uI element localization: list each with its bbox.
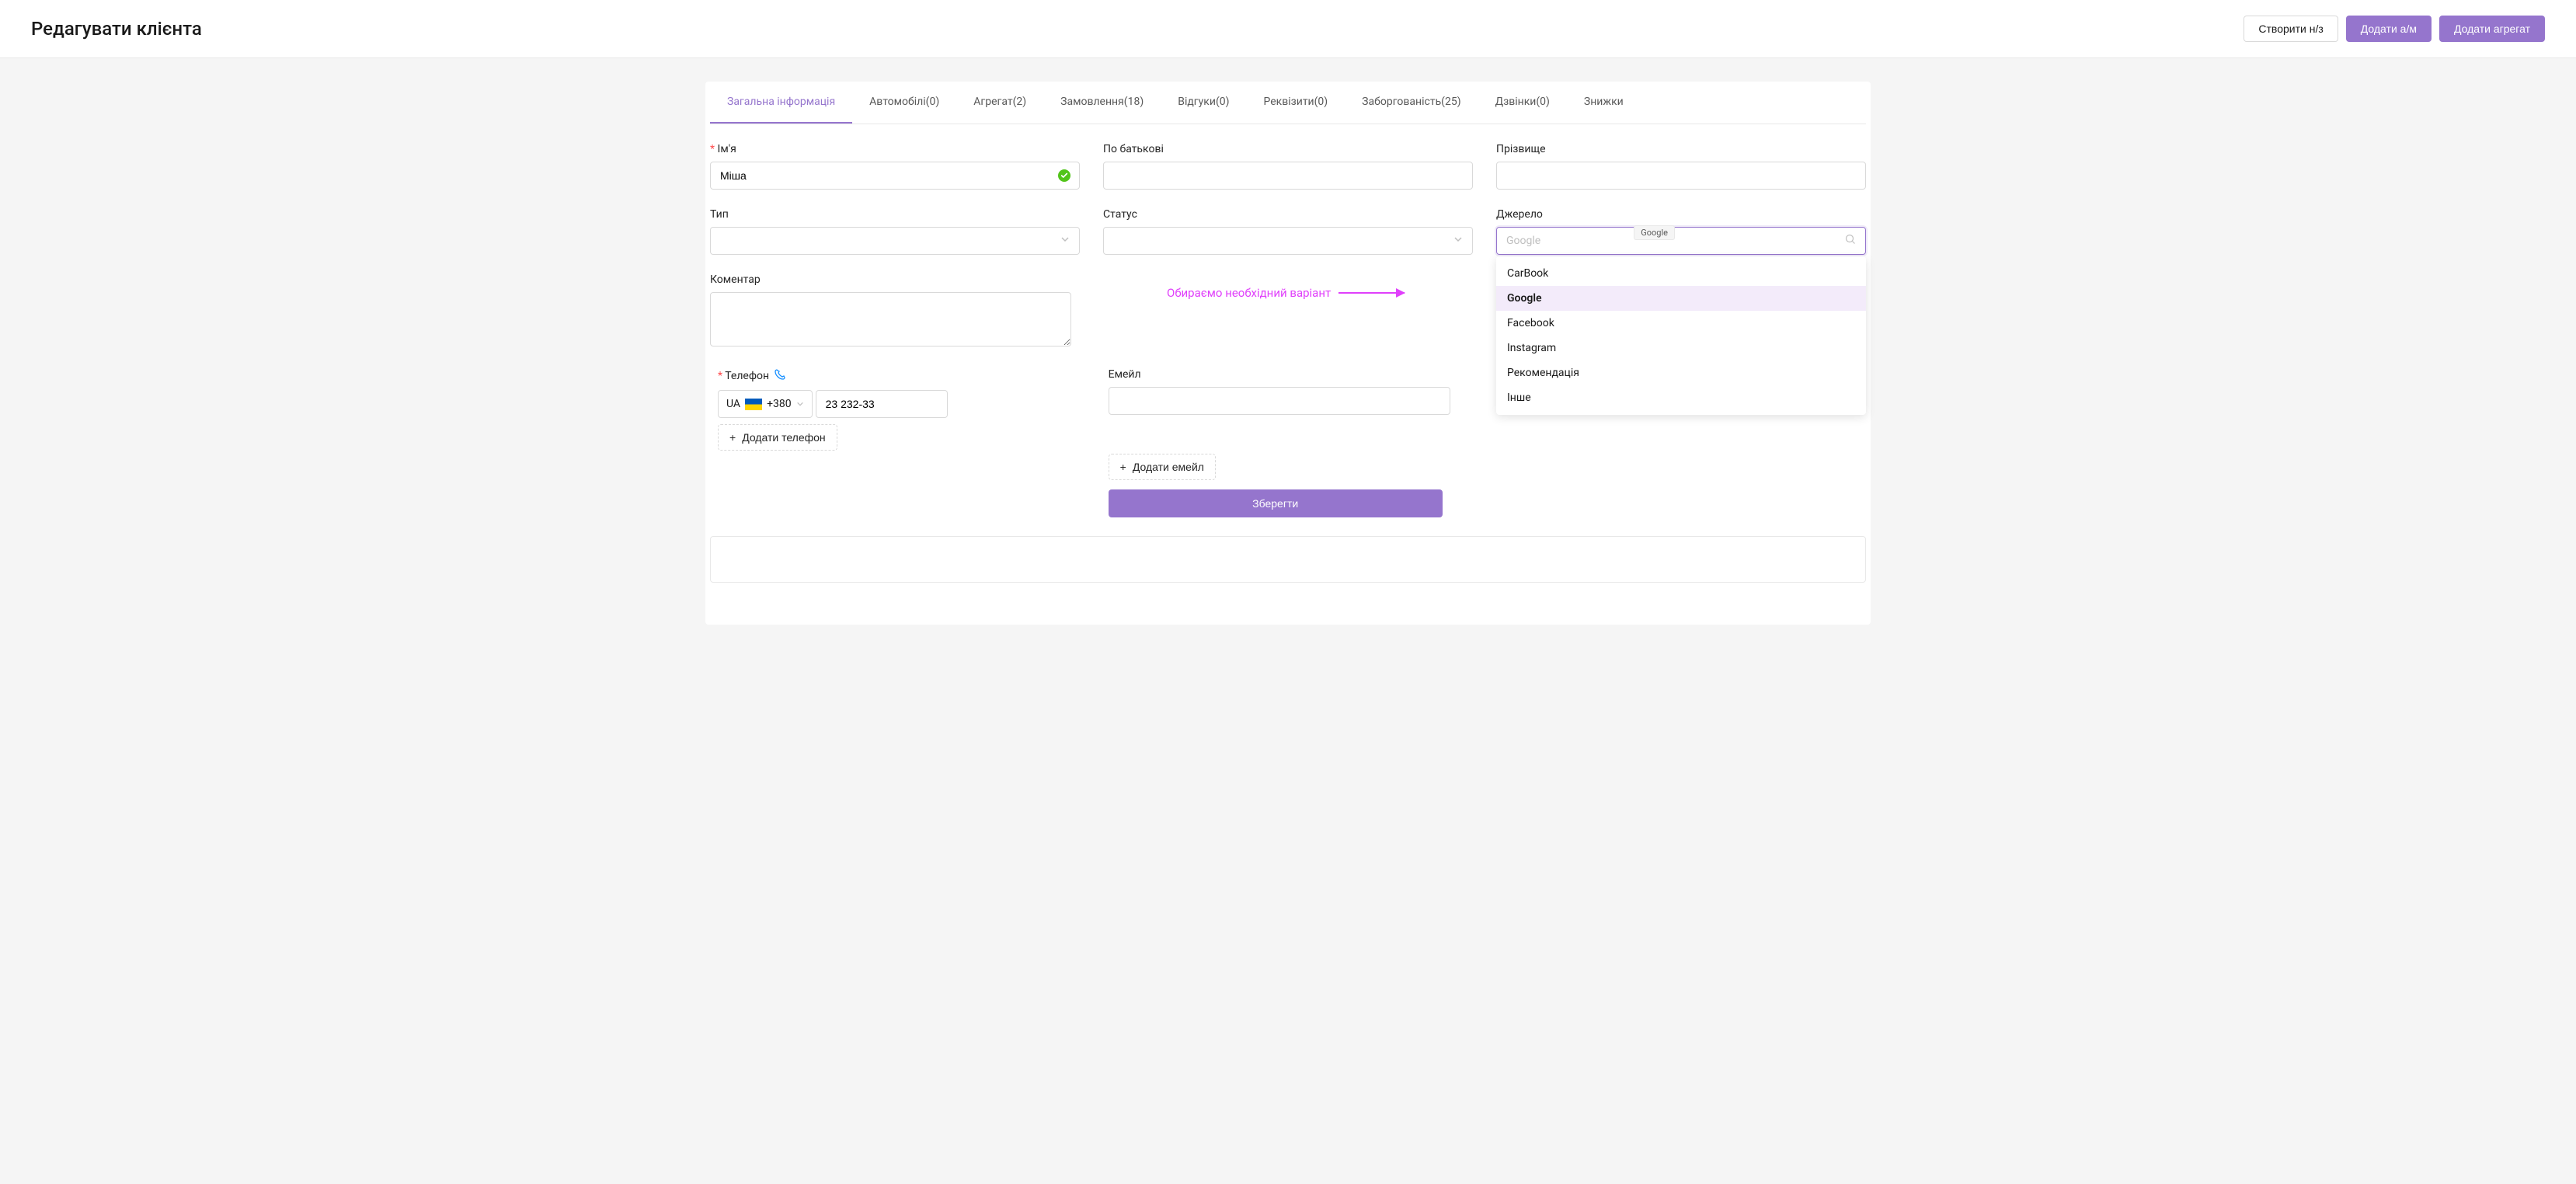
tab-general[interactable]: Загальна інформація	[710, 82, 852, 124]
comment-label: Коментар	[710, 273, 1071, 286]
source-option-other[interactable]: Інше	[1496, 385, 1866, 410]
save-button[interactable]: Зберегти	[1109, 489, 1443, 517]
phone-input[interactable]	[816, 390, 948, 418]
type-label: Тип	[710, 208, 1080, 221]
middle-name-label: По батькові	[1103, 143, 1473, 155]
add-email-label: Додати емейл	[1133, 461, 1204, 473]
add-aggregate-button[interactable]: Додати агрегат	[2439, 16, 2545, 42]
plus-icon: +	[729, 431, 736, 444]
source-option-recommendation[interactable]: Рекомендація	[1496, 360, 1866, 385]
source-option-facebook[interactable]: Facebook	[1496, 311, 1866, 336]
page-title: Редагувати клієнта	[31, 18, 202, 40]
header-actions: Створити н/з Додати а/м Додати агрегат	[2244, 16, 2545, 42]
source-option-google[interactable]: Google	[1496, 286, 1866, 311]
tab-cars[interactable]: Автомобілі(0)	[852, 82, 956, 124]
first-name-label: Ім'я	[710, 143, 1080, 155]
add-email-button[interactable]: + Додати емейл	[1109, 454, 1216, 480]
add-phone-button[interactable]: + Додати телефон	[718, 424, 837, 451]
last-name-label: Прізвище	[1496, 143, 1866, 155]
tab-reviews[interactable]: Відгуки(0)	[1161, 82, 1246, 124]
chevron-down-icon	[1060, 235, 1070, 247]
tab-debt[interactable]: Заборгованість(25)	[1345, 82, 1478, 124]
create-order-button[interactable]: Створити н/з	[2244, 16, 2338, 42]
email-label: Емейл	[1109, 368, 1476, 381]
tab-orders[interactable]: Замовлення(18)	[1043, 82, 1161, 124]
status-label: Статус	[1103, 208, 1473, 221]
source-search-text: Google	[1506, 235, 1856, 247]
plus-icon: +	[1120, 461, 1126, 473]
phone-icon	[774, 368, 786, 384]
source-option-carbook[interactable]: CarBook	[1496, 261, 1866, 286]
email-input[interactable]	[1109, 387, 1450, 415]
tab-discounts[interactable]: Знижки	[1567, 82, 1641, 124]
source-select[interactable]: Google	[1496, 227, 1866, 255]
source-label: Джерело	[1496, 208, 1866, 221]
form-body: Ім'я По батькові Прізвище Тип	[710, 124, 1866, 601]
chevron-down-icon	[1453, 235, 1463, 247]
bottom-panel	[710, 536, 1866, 583]
phone-country-select[interactable]: UA +380	[718, 390, 813, 418]
source-dropdown: CarBook Google Facebook Instagram Рекоме…	[1496, 256, 1866, 415]
tab-calls[interactable]: Дзвінки(0)	[1478, 82, 1567, 124]
last-name-input[interactable]	[1496, 162, 1866, 190]
source-tooltip: Google	[1634, 225, 1675, 240]
phone-label: Телефон	[718, 370, 769, 382]
tabs: Загальна інформація Автомобілі(0) Агрега…	[710, 82, 1866, 124]
search-icon	[1845, 234, 1856, 248]
comment-textarea[interactable]	[710, 292, 1071, 346]
type-select[interactable]	[710, 227, 1080, 255]
page-header: Редагувати клієнта Створити н/з Додати а…	[0, 0, 2576, 58]
first-name-input[interactable]	[710, 162, 1080, 190]
phone-country-code: UA	[726, 398, 740, 410]
tab-requisites[interactable]: Реквізити(0)	[1246, 82, 1345, 124]
source-option-instagram[interactable]: Instagram	[1496, 336, 1866, 360]
valid-check-icon	[1058, 169, 1070, 182]
main-panel: Загальна інформація Автомобілі(0) Агрега…	[705, 82, 1871, 625]
add-car-button[interactable]: Додати а/м	[2346, 16, 2432, 42]
middle-name-input[interactable]	[1103, 162, 1473, 190]
status-select[interactable]	[1103, 227, 1473, 255]
tab-aggregate[interactable]: Агрегат(2)	[956, 82, 1043, 124]
phone-prefix-text: +380	[767, 398, 792, 410]
ua-flag-icon	[745, 399, 762, 410]
add-phone-label: Додати телефон	[742, 431, 825, 444]
chevron-down-icon	[796, 400, 804, 408]
